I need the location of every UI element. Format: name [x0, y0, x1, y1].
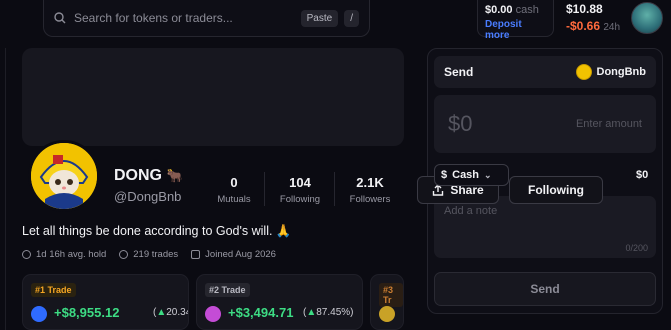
stat-value: 104: [289, 175, 311, 190]
wallet-cash[interactable]: $0.00 cash Deposit more: [477, 0, 554, 41]
stat-value: 2.1K: [356, 175, 384, 190]
stat-label: Mutuals: [217, 194, 251, 205]
profile-meta: 1d 16h avg. hold 219 trades Joined Aug 2…: [22, 249, 276, 260]
cash-label: cash: [515, 4, 539, 16]
token-icon: [379, 306, 395, 322]
top-trade-card-2[interactable]: #2 Trade +$3,494.71 (▲87.45%): [196, 274, 363, 330]
joined-date: Joined Aug 2026: [205, 249, 276, 260]
trade-pct-value: 87.45%: [316, 307, 351, 318]
trade-rank-badge: #2 Trade: [205, 283, 250, 297]
profile-banner: [22, 48, 404, 146]
trade-rank-badge: #3 Tr: [379, 283, 403, 307]
profile-handle: @DongBnb: [114, 189, 182, 204]
amount-input[interactable]: $0 Enter amount: [434, 95, 656, 153]
trade-pct-value: 20.34%: [166, 307, 188, 318]
search-shortcut-hint: /: [344, 9, 359, 27]
trade-pnl: +$8,955.12: [54, 305, 120, 320]
coin-icon: [119, 250, 129, 259]
profile-bio: Let all things be done according to God'…: [22, 224, 292, 238]
portfolio-change: -$0.66: [566, 19, 601, 33]
avg-hold: 1d 16h avg. hold: [36, 249, 107, 260]
stat-value: 0: [230, 175, 238, 190]
trade-rank-badge: #1 Trade: [31, 283, 76, 297]
amount-value: $0: [448, 111, 473, 136]
trade-count: 219 trades: [133, 249, 179, 260]
recipient-avatar: [575, 64, 592, 80]
send-button[interactable]: Send: [434, 272, 656, 306]
left-panel-edge: [0, 48, 6, 330]
send-title: Send: [444, 65, 474, 79]
currency-label: Cash: [452, 169, 480, 181]
search-input[interactable]: Search for tokens or traders...: [74, 11, 295, 25]
note-placeholder: Add a note: [444, 205, 498, 217]
stat-divider: [264, 172, 265, 206]
portfolio-summary[interactable]: $10.88 -$0.66 24h: [566, 2, 626, 33]
following-button[interactable]: Following: [509, 176, 603, 204]
trade-pnl: +$3,494.71: [228, 305, 294, 320]
top-trade-card-1[interactable]: #1 Trade +$8,955.12 (▲20.34%): [22, 274, 189, 330]
bull-emoji: 🐂: [166, 168, 183, 183]
deposit-more-link[interactable]: Deposit more: [485, 19, 546, 41]
amount-hint: Enter amount: [575, 118, 642, 130]
stat-followers[interactable]: 2.1K Followers: [345, 175, 395, 205]
profile-name-text: DONG: [114, 167, 162, 184]
portfolio-period: 24h: [603, 22, 621, 33]
trade-pct: (▲87.45%): [303, 307, 354, 318]
stat-label: Following: [279, 194, 321, 205]
search-icon: [54, 12, 66, 24]
stat-divider: [334, 172, 335, 206]
calendar-icon: [191, 250, 201, 259]
paste-button[interactable]: Paste: [300, 9, 339, 27]
note-counter: 0/200: [625, 243, 648, 253]
stat-mutuals[interactable]: 0 Mutuals: [214, 175, 254, 205]
dollar-icon: $: [441, 169, 448, 181]
cash-balance: $0: [636, 169, 649, 181]
profile-name: DONG 🐂: [114, 167, 183, 185]
profile-avatar: [28, 140, 100, 212]
currency-select[interactable]: $ Cash ⌄: [434, 164, 509, 186]
stat-label: Followers: [349, 194, 391, 205]
chevron-down-icon: ⌄: [484, 169, 492, 180]
send-header: Send DongBnb: [434, 56, 656, 88]
token-icon: [205, 306, 221, 322]
top-trade-card-3[interactable]: #3 Tr: [370, 274, 404, 330]
cash-amount: $0.00: [485, 4, 513, 16]
stat-following[interactable]: 104 Following: [276, 175, 324, 205]
note-input[interactable]: Add a note 0/200: [434, 196, 656, 258]
portfolio-value: $10.88: [566, 2, 603, 16]
search-bar[interactable]: Search for tokens or traders... Paste /: [43, 0, 370, 37]
token-icon: [31, 306, 47, 322]
user-avatar[interactable]: [631, 2, 663, 34]
clock-icon: [22, 250, 31, 259]
trade-pct: (▲20.34%): [153, 307, 188, 318]
recipient-name: DongBnb: [596, 66, 646, 78]
